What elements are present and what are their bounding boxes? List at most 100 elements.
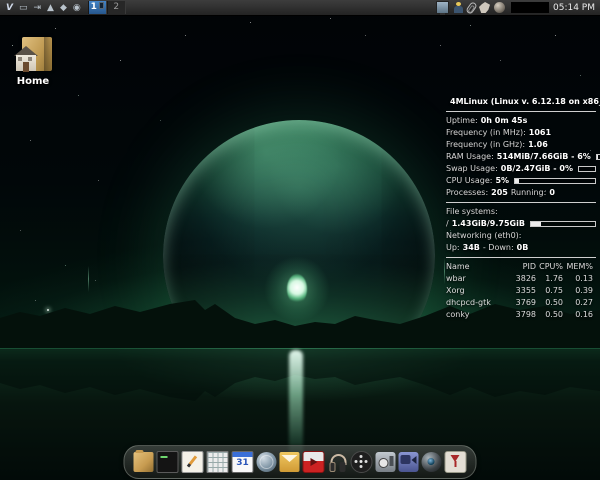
process-cell: Xorg	[446, 285, 504, 297]
conky-label: Running:	[511, 187, 546, 199]
conky-label: Networking (eth0):	[446, 230, 521, 242]
terminal-icon[interactable]	[157, 451, 179, 473]
calendar-icon-label: 31	[233, 458, 253, 468]
conky-bar-fill	[531, 222, 541, 226]
conky-bar-fill	[515, 179, 519, 183]
user-session-icon[interactable]	[453, 2, 464, 13]
conky-separator	[446, 202, 596, 203]
web-browser-icon[interactable]	[257, 452, 277, 472]
desktop-screen: V ▭ ⇥ ▲ ◆ ◉ 12 05:14 PM Home 4MLinux (Linux v…	[0, 0, 600, 480]
movie-player-icon[interactable]	[351, 451, 373, 473]
dock: 31	[124, 445, 477, 479]
process-cell: 3826	[504, 273, 536, 285]
file-manager-icon[interactable]	[134, 452, 154, 472]
process-cell: 1.76	[536, 273, 563, 285]
conky-line: Networking (eth0):	[446, 230, 596, 242]
workspace-window-marker	[99, 2, 104, 9]
shell-icon[interactable]	[494, 2, 505, 13]
conky-label: - Down:	[483, 242, 514, 254]
process-col-header: CPU%	[536, 261, 563, 273]
conky-separator	[446, 257, 596, 258]
process-cell: 0.50	[536, 297, 563, 309]
network-computer-icon[interactable]	[436, 1, 449, 14]
conky-value: 1.43GiB/9.75GiB	[452, 218, 525, 230]
process-cell: 3355	[504, 285, 536, 297]
glow-orb	[287, 274, 307, 304]
process-cell: 0.39	[563, 285, 593, 297]
conky-value: 0B/2.47GiB - 0%	[501, 163, 573, 175]
conky-title: 4MLinux (Linux v. 6.12.18 on x86_64)	[450, 96, 596, 108]
panel-left-icons: V ▭ ⇥ ▲ ◆ ◉	[0, 1, 84, 15]
process-table-header: NamePIDCPU%MEM%	[446, 261, 596, 273]
process-table-row: wbar38261.760.13	[446, 273, 596, 285]
email-icon[interactable]	[280, 452, 300, 472]
conky-value: 0	[549, 187, 555, 199]
process-table-row: Xorg33550.750.39	[446, 285, 596, 297]
workspace-2-button[interactable]: 2	[107, 1, 126, 14]
process-col-header: MEM%	[563, 261, 593, 273]
top-panel: V ▭ ⇥ ▲ ◆ ◉ 12 05:14 PM	[0, 0, 600, 16]
conky-label: Frequency (in GHz):	[446, 139, 525, 151]
conky-line: RAM Usage:514MiB/7.66GiB - 6%	[446, 151, 596, 163]
text-editor-icon[interactable]	[182, 451, 204, 473]
spreadsheet-icon[interactable]	[207, 451, 229, 473]
wine-icon[interactable]	[445, 451, 467, 473]
conky-line: Swap Usage:0B/2.47GiB - 0%	[446, 163, 596, 175]
media-projector-icon[interactable]	[376, 452, 396, 472]
conky-label: /	[446, 218, 449, 230]
video-camera-icon[interactable]	[399, 452, 419, 472]
conky-line: File systems:	[446, 206, 596, 218]
clock[interactable]: 05:14 PM	[553, 3, 595, 13]
youtube-icon[interactable]	[303, 451, 325, 473]
process-cell: 3798	[504, 309, 536, 321]
conky-value: 5%	[495, 175, 509, 187]
webcam-icon[interactable]	[422, 452, 442, 472]
home-icon-label: Home	[6, 76, 60, 87]
calendar-icon[interactable]: 31	[232, 451, 254, 473]
conky-label: CPU Usage:	[446, 175, 492, 187]
audio-player-icon[interactable]	[328, 452, 348, 472]
conky-value: 205	[491, 187, 508, 199]
conky-label: Uptime:	[446, 115, 478, 127]
process-cell: wbar	[446, 273, 504, 285]
pointer-hand-icon[interactable]	[479, 2, 490, 13]
process-cell: 0.75	[536, 285, 563, 297]
conky-line: /1.43GiB/9.75GiB	[446, 218, 596, 230]
show-desktop-icon[interactable]: ▭	[19, 1, 28, 15]
conky-label: Up:	[446, 242, 460, 254]
eject-icon[interactable]: ▲	[47, 1, 54, 15]
conky-label: Frequency (in MHz):	[446, 127, 526, 139]
process-cell: conky	[446, 309, 504, 321]
workspace-1-button[interactable]: 1	[88, 1, 107, 14]
process-cell: 0.50	[536, 309, 563, 321]
process-cell: 0.16	[563, 309, 593, 321]
desktop-icon-home[interactable]: Home	[6, 36, 60, 87]
jwm-menu-logo-icon[interactable]: V	[6, 1, 13, 15]
conky-line: Frequency (in MHz):1061	[446, 127, 596, 139]
conky-line: Processes:205Running:0	[446, 187, 596, 199]
process-cell: 3769	[504, 297, 536, 309]
conky-bar	[530, 221, 596, 227]
conky-label: File systems:	[446, 206, 498, 218]
conky-value: 514MiB/7.66GiB - 6%	[497, 151, 591, 163]
conky-system-monitor: 4MLinux (Linux v. 6.12.18 on x86_64) Upt…	[446, 96, 596, 321]
volume-knob-icon[interactable]: ◉	[73, 1, 81, 15]
conky-label: Processes:	[446, 187, 488, 199]
tray-window-box	[511, 2, 549, 13]
process-col-header: PID	[504, 261, 536, 273]
paperclip-icon[interactable]	[465, 1, 478, 15]
conky-label: Swap Usage:	[446, 163, 498, 175]
conky-line: Frequency (in GHz):1.06	[446, 139, 596, 151]
spray-tool-icon[interactable]: ◆	[60, 1, 67, 15]
workspace-switcher: 12	[88, 1, 126, 14]
process-cell: 0.13	[563, 273, 593, 285]
conky-bar-fill	[597, 155, 598, 159]
conky-value: 1061	[529, 127, 551, 139]
conky-label: RAM Usage:	[446, 151, 494, 163]
conky-bar	[514, 178, 596, 184]
process-cell: dhcpcd-gtk	[446, 297, 504, 309]
connector-icon[interactable]: ⇥	[33, 1, 41, 15]
conky-value: 34B	[463, 242, 480, 254]
conky-line: CPU Usage:5%	[446, 175, 596, 187]
home-folder-icon	[12, 36, 54, 74]
